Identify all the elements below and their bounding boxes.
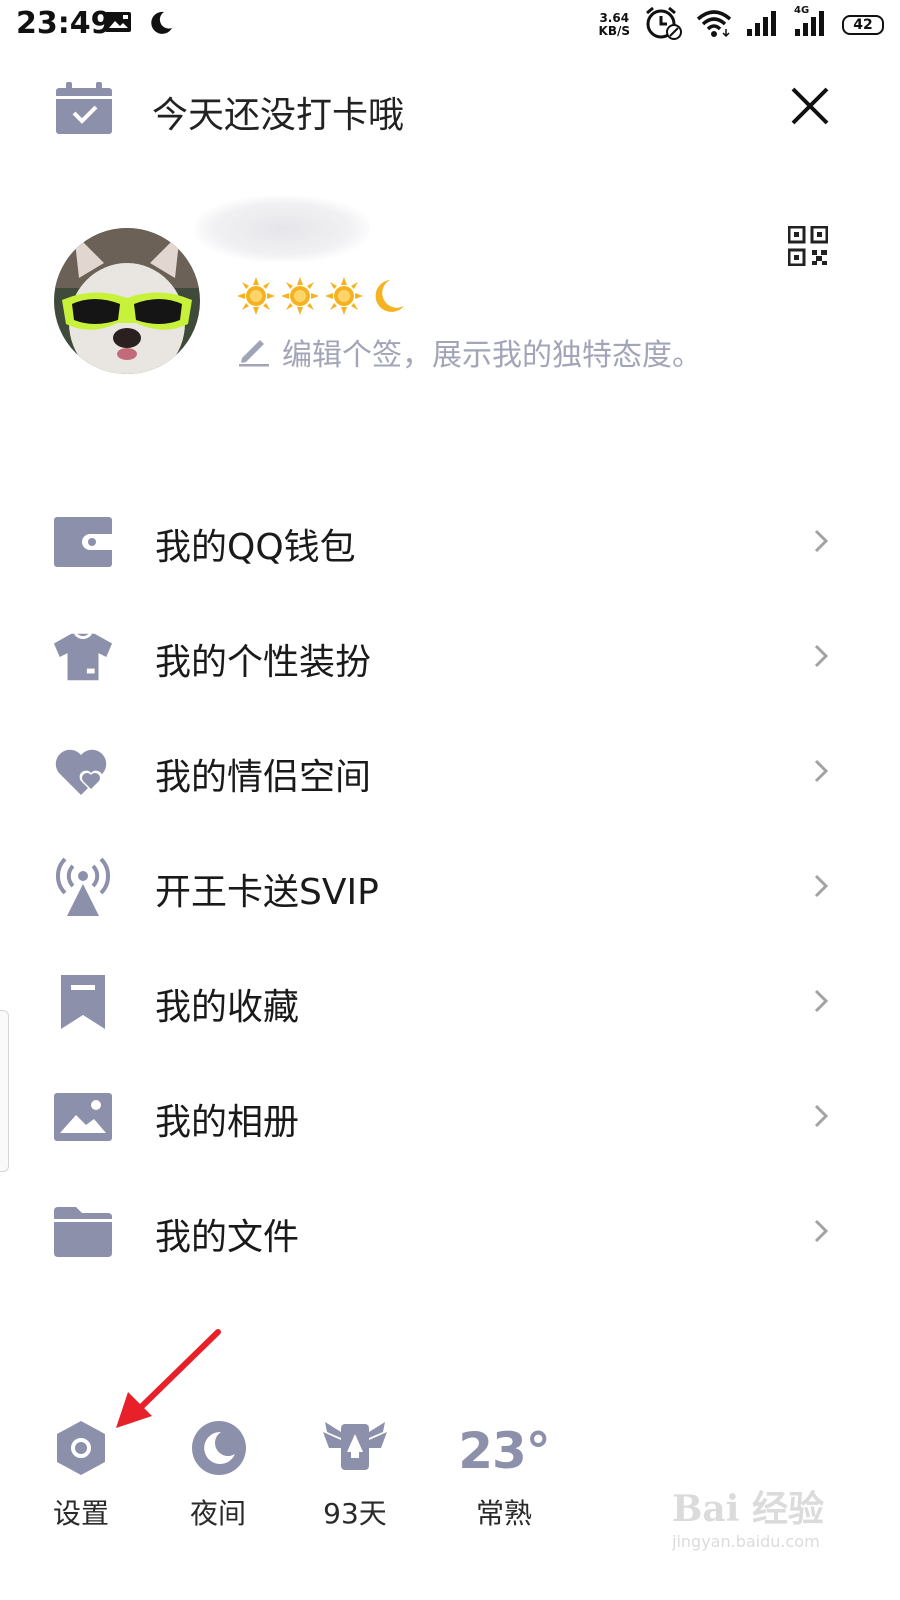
- moon-icon: [191, 1420, 247, 1480]
- menu-item-favorites[interactable]: 我的收藏: [0, 944, 900, 1059]
- weather-button[interactable]: 23° 常熟: [444, 1412, 564, 1542]
- tshirt-icon: [52, 626, 114, 688]
- watermark-sub: jingyan.baidu.com: [672, 1532, 820, 1551]
- sun-level-icon: [236, 276, 276, 320]
- moon-icon: [148, 10, 174, 40]
- nickname-blurred: [195, 196, 370, 262]
- signal-4g-icon: 4G: [794, 5, 828, 41]
- menu-item-couple[interactable]: 我的情侣空间: [0, 714, 900, 829]
- baidu-watermark: Bai 经验 jingyan.baidu.com: [672, 1480, 842, 1560]
- chevron-right-icon: [813, 643, 829, 673]
- menu-item-label: 我的文件: [155, 1217, 300, 1258]
- folder-icon: [52, 1201, 114, 1263]
- hearts-icon: [52, 741, 114, 803]
- qq-level-badges[interactable]: [236, 276, 408, 320]
- signature-text: 编辑个签，展示我的独特态度。: [282, 338, 702, 373]
- menu-item-files[interactable]: 我的文件: [0, 1174, 900, 1289]
- menu-item-theme[interactable]: 我的个性装扮: [0, 599, 900, 714]
- qr-code-icon[interactable]: [787, 225, 829, 270]
- chevron-right-icon: [813, 1218, 829, 1248]
- watermark-main: Bai 经验: [672, 1488, 824, 1530]
- chevron-right-icon: [813, 758, 829, 788]
- battery-indicator: 42: [842, 15, 884, 35]
- menu-item-wallet[interactable]: 我的QQ钱包: [0, 484, 900, 599]
- temperature: 23°: [458, 1422, 551, 1480]
- signature-edit[interactable]: 编辑个签，展示我的独特态度。: [236, 330, 702, 374]
- sun-level-icon: [280, 276, 320, 320]
- signal-icon: [746, 9, 780, 41]
- calendar-check-icon: [54, 80, 114, 140]
- chevron-right-icon: [813, 873, 829, 903]
- picture-notification-icon: [104, 10, 134, 40]
- pencil-icon: [236, 332, 272, 372]
- menu-item-king-card[interactable]: 开王卡送SVIP: [0, 829, 900, 944]
- status-time: 23:49: [16, 6, 112, 41]
- close-icon[interactable]: [790, 86, 830, 130]
- menu-item-album[interactable]: 我的相册: [0, 1059, 900, 1174]
- menu-item-label: 我的QQ钱包: [155, 527, 356, 568]
- night-mode-button[interactable]: 夜间: [158, 1412, 278, 1542]
- edge-handle[interactable]: [0, 1010, 9, 1172]
- chevron-right-icon: [813, 528, 829, 558]
- chevron-right-icon: [813, 1103, 829, 1133]
- signal-tower-icon: [52, 856, 114, 918]
- moon-level-icon: [368, 276, 408, 320]
- menu-item-label: 我的收藏: [155, 987, 300, 1028]
- checkin-text: 今天还没打卡哦: [152, 95, 405, 136]
- menu-item-label: 我的相册: [155, 1102, 300, 1143]
- alarm-icon: [644, 6, 682, 44]
- profile-section: 编辑个签，展示我的独特态度。: [0, 190, 900, 410]
- gear-icon: [54, 1420, 108, 1480]
- wifi-icon: [696, 9, 732, 41]
- winged-badge-icon: [321, 1418, 389, 1482]
- menu-item-label: 开王卡送SVIP: [155, 872, 379, 913]
- settings-button[interactable]: 设置: [21, 1412, 141, 1542]
- city-label: 常熟: [475, 1497, 532, 1530]
- status-bar: 23:49 3.64 KB/S 4G 42: [0, 0, 900, 48]
- avatar[interactable]: [54, 228, 200, 374]
- wallet-icon: [52, 511, 114, 573]
- night-label: 夜间: [189, 1497, 246, 1530]
- menu-item-label: 我的个性装扮: [155, 642, 372, 683]
- days-badge-button[interactable]: 93天: [295, 1412, 415, 1542]
- chevron-right-icon: [813, 988, 829, 1018]
- menu-item-label: 我的情侣空间: [155, 757, 372, 798]
- sun-level-icon: [324, 276, 364, 320]
- checkin-banner[interactable]: 今天还没打卡哦: [54, 80, 854, 140]
- network-speed: 3.64 KB/S: [598, 11, 630, 38]
- bookmark-icon: [52, 971, 114, 1033]
- settings-label: 设置: [52, 1497, 109, 1530]
- menu-list: 我的QQ钱包 我的个性装扮 我的情侣空间 开王卡送SVIP 我的收藏 我的相册 …: [0, 484, 900, 1289]
- days-label: 93天: [323, 1497, 387, 1530]
- photo-icon: [52, 1086, 114, 1148]
